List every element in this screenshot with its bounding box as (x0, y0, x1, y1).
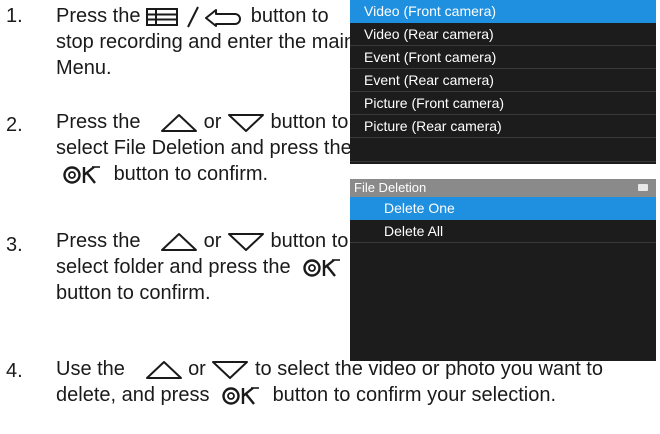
screen-title: File Deletion (354, 180, 427, 195)
step-3-or: or (203, 230, 222, 252)
ok-icon (62, 165, 102, 185)
step-2-text: Press the or button to select File Delet… (56, 109, 356, 187)
menu-item-delete-one[interactable]: Delete One (350, 197, 656, 220)
step-4-text: Use the or to select the video or photo … (56, 356, 656, 408)
back-icon (205, 6, 245, 28)
step-2-after2: button to confirm. (113, 163, 269, 185)
device-screen-folder-menu: Video (Front camera) Video (Rear camera)… (350, 0, 656, 164)
down-triangle-icon (211, 360, 249, 380)
step-2-before: Press the (56, 111, 141, 133)
step-3-text: Press the or button to select folder and… (56, 228, 356, 306)
battery-icon (638, 184, 648, 191)
up-triangle-icon (160, 232, 198, 252)
menu-item-video-front[interactable]: Video (Front camera) (350, 0, 656, 23)
menu-item-event-front[interactable]: Event (Front camera) (350, 46, 656, 69)
step-2-or: or (203, 111, 222, 133)
step-3-before: Press the (56, 230, 141, 252)
down-triangle-icon (227, 113, 265, 133)
up-triangle-icon (145, 360, 183, 380)
step-3-number: 3. (6, 234, 23, 256)
step-4-number: 4. (6, 360, 23, 382)
step-4-before: Use the (56, 358, 125, 380)
menu-icon (146, 7, 180, 27)
step-2-number: 2. (6, 114, 23, 136)
menu-item-empty (350, 138, 656, 162)
step-1-number: 1. (6, 5, 23, 27)
step-1-before: Press the (56, 5, 141, 27)
step-3-after2: button to confirm. (56, 282, 211, 304)
step-4-or: or (188, 358, 206, 380)
slash-separator-icon (186, 6, 200, 28)
menu-item-delete-all[interactable]: Delete All (350, 220, 656, 243)
down-triangle-icon (227, 232, 265, 252)
menu-item-video-rear[interactable]: Video (Rear camera) (350, 23, 656, 46)
step-4-after2: button to confirm your selection. (272, 384, 557, 406)
screen-header: File Deletion (350, 179, 656, 197)
step-1-text: Press the button to stop recording and e… (56, 3, 356, 81)
up-triangle-icon (160, 113, 198, 133)
ok-icon (302, 258, 342, 278)
menu-item-event-rear[interactable]: Event (Rear camera) (350, 69, 656, 92)
ok-icon (221, 386, 261, 406)
device-screen-file-deletion: File Deletion Delete One Delete All (350, 179, 656, 361)
menu-item-picture-rear[interactable]: Picture (Rear camera) (350, 115, 656, 138)
menu-item-picture-front[interactable]: Picture (Front camera) (350, 92, 656, 115)
